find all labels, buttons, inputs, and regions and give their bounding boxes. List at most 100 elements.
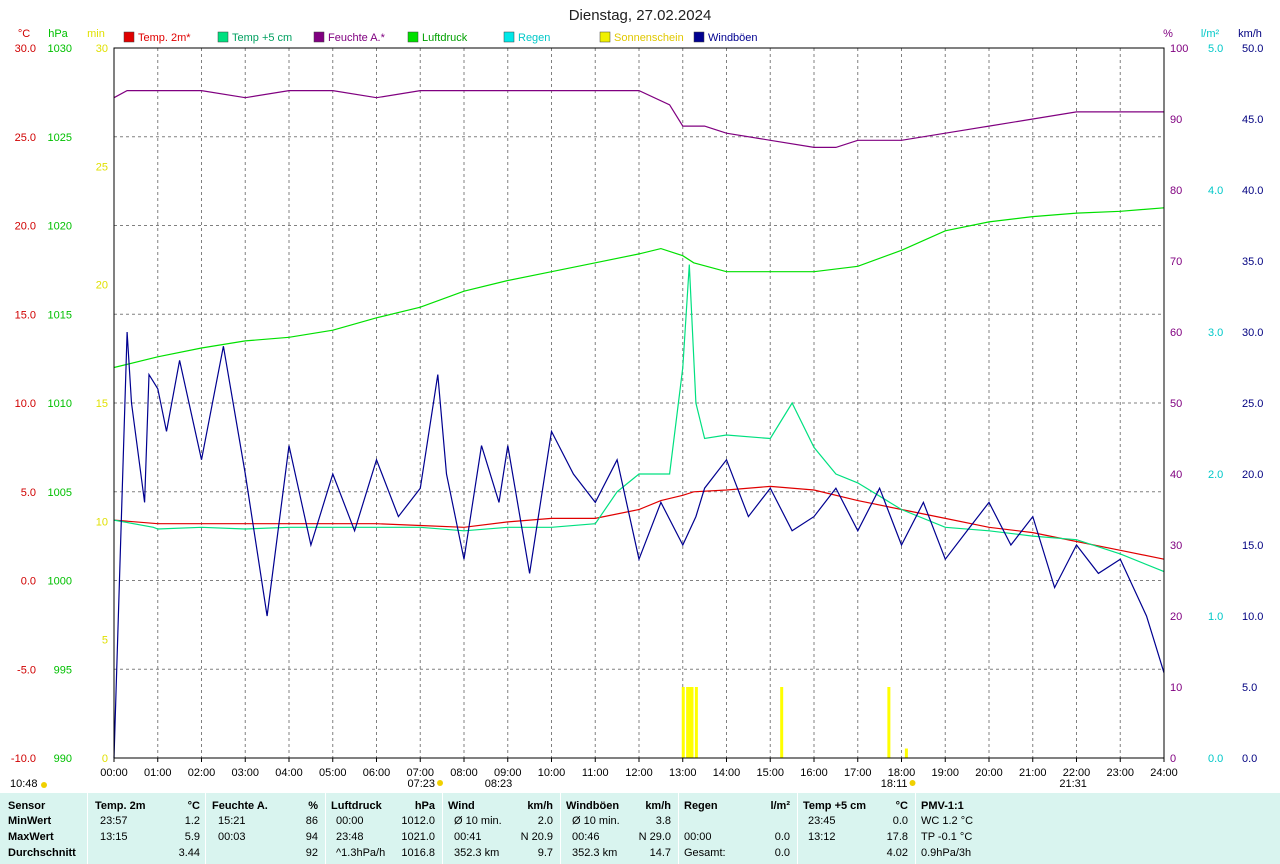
axis-tick-pressure: 995 <box>54 664 72 676</box>
day-length-label: 10:48 <box>10 778 38 790</box>
axis-tick-wind: 0.0 <box>1242 753 1257 765</box>
axis-tick-rain: 3.0 <box>1208 327 1223 339</box>
hdr-t5: Temp +5 cm <box>803 800 867 812</box>
table-cell-gust-v: N 29.0 <box>638 831 671 843</box>
x-tick-label: 05:00 <box>319 767 347 779</box>
table-cell-press-v: 1021.0 <box>401 831 435 843</box>
x-tick-label: 17:00 <box>844 767 872 779</box>
legend-swatch <box>599 31 611 43</box>
table-cell-rain-t: 00:00 <box>684 831 712 843</box>
axis-tick-rain: 5.0 <box>1208 43 1223 55</box>
hdr-rain: Regen <box>684 800 718 812</box>
sunshine-bar <box>690 687 694 758</box>
table-cell-t5-t: 23:45 <box>808 815 836 827</box>
x-tick-label: 19:00 <box>931 767 959 779</box>
table-cell-wind-v: 9.7 <box>537 847 553 859</box>
axis-tick-wind: 30.0 <box>1242 327 1263 339</box>
legend-swatch <box>693 31 705 43</box>
sunrise-icon <box>437 780 444 786</box>
hdr-pmv: PMV-1:1 <box>921 800 964 812</box>
axis-tick-pressure: 1025 <box>48 132 72 144</box>
axis-tick-humidity: 90 <box>1170 114 1182 126</box>
axis-unit-pressure: hPa <box>48 28 68 40</box>
legend-swatch <box>123 31 135 43</box>
axis-tick-temp: 10.0 <box>15 398 36 410</box>
axis-tick-wind: 35.0 <box>1242 256 1263 268</box>
x-tick-label: 24:00 <box>1150 767 1178 779</box>
x-tick-label: 08:00 <box>450 767 478 779</box>
axis-tick-wind: 40.0 <box>1242 185 1263 197</box>
x-tick-label: 20:00 <box>975 767 1003 779</box>
table-cell-label: MaxWert <box>8 831 54 843</box>
table-cell-wind-v: 2.0 <box>537 815 553 827</box>
table-cell-pmv: TP -0.1 °C <box>921 831 973 843</box>
marker-a-label: 08:23 <box>485 778 513 790</box>
axis-tick-rain: 2.0 <box>1208 469 1223 481</box>
legend-label: Temp +5 cm <box>232 32 292 44</box>
sunshine-bar <box>694 687 698 758</box>
sunshine-bar <box>780 687 784 758</box>
hdr-press-unit: hPa <box>414 800 435 812</box>
axis-tick-sunshine: 30 <box>96 43 108 55</box>
axis-tick-temp: -5.0 <box>17 664 36 676</box>
table-cell-wind-t: 352.3 km <box>454 847 500 859</box>
axis-tick-wind: 25.0 <box>1242 398 1263 410</box>
axis-tick-temp: 20.0 <box>15 221 36 233</box>
table-cell-rain-v: 0.0 <box>774 847 790 859</box>
series-line-windb-en <box>113 331 1165 759</box>
axis-tick-pressure: 1020 <box>48 221 72 233</box>
axis-tick-humidity: 10 <box>1170 682 1182 694</box>
right-axes: 10090807060504030201005.04.03.02.01.00.0… <box>1170 43 1263 765</box>
table-cell-hum-v: 94 <box>305 831 318 843</box>
hdr-rain-unit: l/m² <box>770 800 790 812</box>
hdr-sensor: Sensor <box>8 800 46 812</box>
table-cell-press-t: 00:00 <box>336 815 364 827</box>
table-cell-t5-v: 17.8 <box>886 831 908 843</box>
table-cell-t5-t: 13:12 <box>808 831 836 843</box>
table-cell-hum-t: 15:21 <box>218 815 246 827</box>
x-axis: 00:00 01:00 02:00 03:00 04:00 05:00 06:00 07:00… <box>100 758 1178 779</box>
hdr-t5-unit: °C <box>895 800 908 812</box>
series-line-temp-5-cm <box>113 264 1165 573</box>
table-cell-hum-v: 92 <box>305 847 318 859</box>
axis-tick-temp: 25.0 <box>15 132 36 144</box>
axis-unit-sunshine: min <box>87 28 105 40</box>
axis-unit-rain: l/m² <box>1201 28 1220 40</box>
table-cell-wind-t: 00:41 <box>454 831 482 843</box>
x-tick-label: 16:00 <box>800 767 828 779</box>
x-tick-label: 21:00 <box>1019 767 1047 779</box>
table-cell-temp-v: 3.44 <box>178 847 200 859</box>
legend-swatch <box>503 31 515 43</box>
hdr-gust-unit: km/h <box>645 800 671 812</box>
table-cell-rain-v: 0.0 <box>774 831 790 843</box>
axis-tick-sunshine: 25 <box>96 161 108 173</box>
legend-swatch <box>313 31 325 43</box>
table-cell-pmv: WC 1.2 °C <box>921 815 974 827</box>
axis-tick-rain: 1.0 <box>1208 611 1223 623</box>
axis-tick-pressure: 1015 <box>48 309 72 321</box>
axis-unit-wind: km/h <box>1238 28 1262 40</box>
axis-tick-humidity: 30 <box>1170 540 1182 552</box>
x-tick-label: 13:00 <box>669 767 697 779</box>
table-cell-label: Durchschnitt <box>8 847 76 859</box>
table-cell-wind-v: N 20.9 <box>520 831 553 843</box>
sunrise-label: 07:23 <box>407 778 435 790</box>
sunshine-bars <box>681 687 908 758</box>
axis-tick-humidity: 50 <box>1170 398 1182 410</box>
axis-tick-sunshine: 15 <box>96 398 108 410</box>
table-cell-press-v: 1016.8 <box>401 847 435 859</box>
legend: Temp. 2m* Temp +5 cm Feuchte A.* Luftdruck R… <box>123 31 758 44</box>
table-cell-gust-t: Ø 10 min. <box>572 815 620 827</box>
x-tick-label: 15:00 <box>756 767 784 779</box>
axis-tick-pressure: 1000 <box>48 576 72 588</box>
x-tick-label: 14:00 <box>713 767 741 779</box>
hdr-wind: Wind <box>448 800 475 812</box>
hdr-hum-unit: % <box>308 800 318 812</box>
axis-tick-wind: 10.0 <box>1242 611 1263 623</box>
axis-tick-temp: 5.0 <box>21 487 36 499</box>
series-lines <box>113 89 1165 759</box>
axis-tick-wind: 45.0 <box>1242 114 1263 126</box>
axis-unit-humidity: % <box>1163 28 1173 40</box>
sunshine-bar <box>681 687 685 758</box>
x-tick-label: 04:00 <box>275 767 303 779</box>
